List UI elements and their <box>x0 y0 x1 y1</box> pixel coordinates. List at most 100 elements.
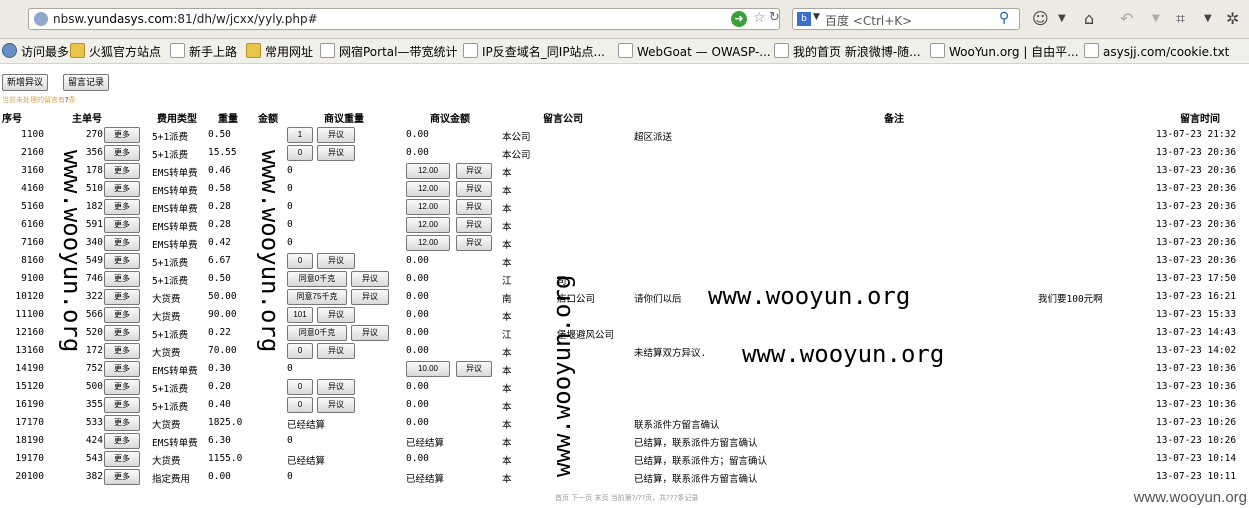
cell-bill: 424 <box>85 435 103 446</box>
address-bar[interactable]: nbsw.yundasys.com:81/dh/w/jcxx/yyly.php#… <box>28 8 780 30</box>
bookmark-label: 网宿Portal—带宽统计 <box>339 45 458 59</box>
url-text[interactable]: nbsw.yundasys.com:81/dh/w/jcxx/yyly.php# <box>53 12 318 26</box>
bookmark-item[interactable]: 常用网址 <box>246 43 313 60</box>
bookmark-item[interactable]: 网宿Portal—带宽统计 <box>320 43 457 60</box>
watermark-horizontal-2: www.wooyun.org <box>742 340 945 368</box>
chevron-down-icon[interactable]: ▼ <box>1204 13 1212 24</box>
cell-fee-type: EMS转单费 <box>152 240 198 251</box>
more-button[interactable]: 更多 <box>104 145 140 161</box>
search-engine-icon[interactable]: b <box>797 12 811 26</box>
bookmark-item[interactable]: 火狐官方站点 <box>70 43 161 60</box>
weight-objection-button[interactable]: 异议 <box>317 379 355 395</box>
cell-time: 13-07-23 10:36 <box>1156 381 1237 392</box>
addon-icon[interactable]: ☺ <box>1032 9 1049 28</box>
agreed-amount-button[interactable]: 12.00 <box>406 235 450 251</box>
search-icon[interactable]: ⚲ <box>999 10 1009 26</box>
agreed-weight-button[interactable]: 101 <box>287 307 313 323</box>
amount-objection-button[interactable]: 异议 <box>456 181 492 197</box>
home-icon[interactable]: ⌂ <box>1084 9 1094 28</box>
weight-objection-button[interactable]: 异议 <box>317 145 355 161</box>
weight-objection-button[interactable]: 异议 <box>317 307 355 323</box>
more-button[interactable]: 更多 <box>104 127 140 143</box>
agreed-amount-button[interactable]: 12.00 <box>406 199 450 215</box>
agreed-amount-button[interactable]: 12.00 <box>406 217 450 233</box>
crop-icon[interactable]: ⌗ <box>1176 9 1185 29</box>
new-objection-button[interactable]: 新增异议 <box>2 74 49 91</box>
agreed-weight-button[interactable]: 0 <box>287 397 313 413</box>
cell-company: 本 <box>502 204 512 215</box>
more-button[interactable]: 更多 <box>104 325 140 341</box>
amount-objection-button[interactable]: 异议 <box>456 361 492 377</box>
agreed-amount-button[interactable]: 12.00 <box>406 181 450 197</box>
cell-no: 2160 <box>21 147 44 158</box>
bookmark-item[interactable]: 新手上路 <box>170 43 237 60</box>
cell-amount: 0 <box>287 201 293 212</box>
search-box[interactable]: b ▼ 百度 <Ctrl+K> ⚲ <box>792 8 1020 30</box>
agreed-weight-button[interactable]: 0 <box>287 253 313 269</box>
bookmark-item[interactable]: asysjj.com/cookie.txt <box>1084 43 1229 59</box>
more-button[interactable]: 更多 <box>104 361 140 377</box>
amount-objection-button[interactable]: 异议 <box>456 217 492 233</box>
more-button[interactable]: 更多 <box>104 469 140 485</box>
bookmark-item[interactable]: 访问最多 <box>2 43 69 60</box>
reload-icon[interactable]: ↻ <box>769 10 780 25</box>
agreed-weight-button[interactable]: 0 <box>287 379 313 395</box>
message-log-button[interactable]: 留言记录 <box>63 74 110 91</box>
weight-objection-button[interactable]: 异议 <box>351 289 389 305</box>
more-button[interactable]: 更多 <box>104 235 140 251</box>
undo-icon[interactable]: ↶ <box>1120 9 1133 28</box>
more-button[interactable]: 更多 <box>104 253 140 269</box>
more-button[interactable]: 更多 <box>104 181 140 197</box>
agreed-weight-button[interactable]: 同意75千克 <box>287 289 347 305</box>
more-button[interactable]: 更多 <box>104 289 140 305</box>
pagination[interactable]: 首页 下一页 末页 当前第?/??页，共???条记录 <box>555 493 698 503</box>
more-button[interactable]: 更多 <box>104 451 140 467</box>
amount-objection-button[interactable]: 异议 <box>456 235 492 251</box>
weight-objection-button[interactable]: 异议 <box>317 127 355 143</box>
bookmark-item[interactable]: WooYun.org | 自由平... <box>930 43 1079 60</box>
more-button[interactable]: 更多 <box>104 307 140 323</box>
cell-time: 13-07-23 14:02 <box>1156 345 1237 356</box>
agreed-amount-button[interactable]: 12.00 <box>406 163 450 179</box>
site-identity-icon[interactable] <box>34 12 48 26</box>
chevron-down-icon[interactable]: ▼ <box>813 12 820 22</box>
bookmark-item[interactable]: 我的首页 新浪微博-随... <box>774 43 921 60</box>
more-button[interactable]: 更多 <box>104 379 140 395</box>
agreed-amount-button[interactable]: 10.00 <box>406 361 450 377</box>
more-button[interactable]: 更多 <box>104 343 140 359</box>
more-button[interactable]: 更多 <box>104 271 140 287</box>
cell-bill: 178 <box>85 165 103 176</box>
agreed-weight-button[interactable]: 同意0千克 <box>287 271 347 287</box>
agreed-weight-button[interactable]: 0 <box>287 145 313 161</box>
cell-company: 本 <box>502 384 512 395</box>
cell-bill: 355 <box>85 399 103 410</box>
weight-objection-button[interactable]: 异议 <box>317 397 355 413</box>
more-button[interactable]: 更多 <box>104 199 140 215</box>
agreed-weight-button[interactable]: 0 <box>287 343 313 359</box>
weight-objection-button[interactable]: 异议 <box>317 253 355 269</box>
agreed-weight-button[interactable]: 1 <box>287 127 313 143</box>
go-arrow-icon[interactable]: ➜ <box>731 11 747 27</box>
weight-objection-button[interactable]: 异议 <box>351 271 389 287</box>
more-button[interactable]: 更多 <box>104 433 140 449</box>
more-button[interactable]: 更多 <box>104 397 140 413</box>
bookmark-label: 访问最多 <box>21 45 70 59</box>
bookmark-item[interactable]: WebGoat — OWASP-... <box>618 43 771 59</box>
cell-bill: 356 <box>85 147 103 158</box>
amount-objection-button[interactable]: 异议 <box>456 163 492 179</box>
more-button[interactable]: 更多 <box>104 217 140 233</box>
bug-icon[interactable]: ✲ <box>1226 9 1239 28</box>
more-button[interactable]: 更多 <box>104 415 140 431</box>
chevron-down-icon[interactable]: ▼ <box>1058 13 1066 24</box>
cell-time: 13-07-23 20:36 <box>1156 255 1237 266</box>
amount-objection-button[interactable]: 异议 <box>456 199 492 215</box>
more-button[interactable]: 更多 <box>104 163 140 179</box>
weight-objection-button[interactable]: 异议 <box>317 343 355 359</box>
chevron-down-icon[interactable]: ▼ <box>1152 13 1160 24</box>
bookmark-item[interactable]: IP反查域名_同IP站点... <box>463 43 605 60</box>
cell-company: 本公司 <box>502 132 531 143</box>
agreed-weight-button[interactable]: 同意0千克 <box>287 325 347 341</box>
bookmark-star-icon[interactable]: ☆ <box>753 10 766 26</box>
bookmark-label: 新手上路 <box>189 45 238 59</box>
weight-objection-button[interactable]: 异议 <box>351 325 389 341</box>
